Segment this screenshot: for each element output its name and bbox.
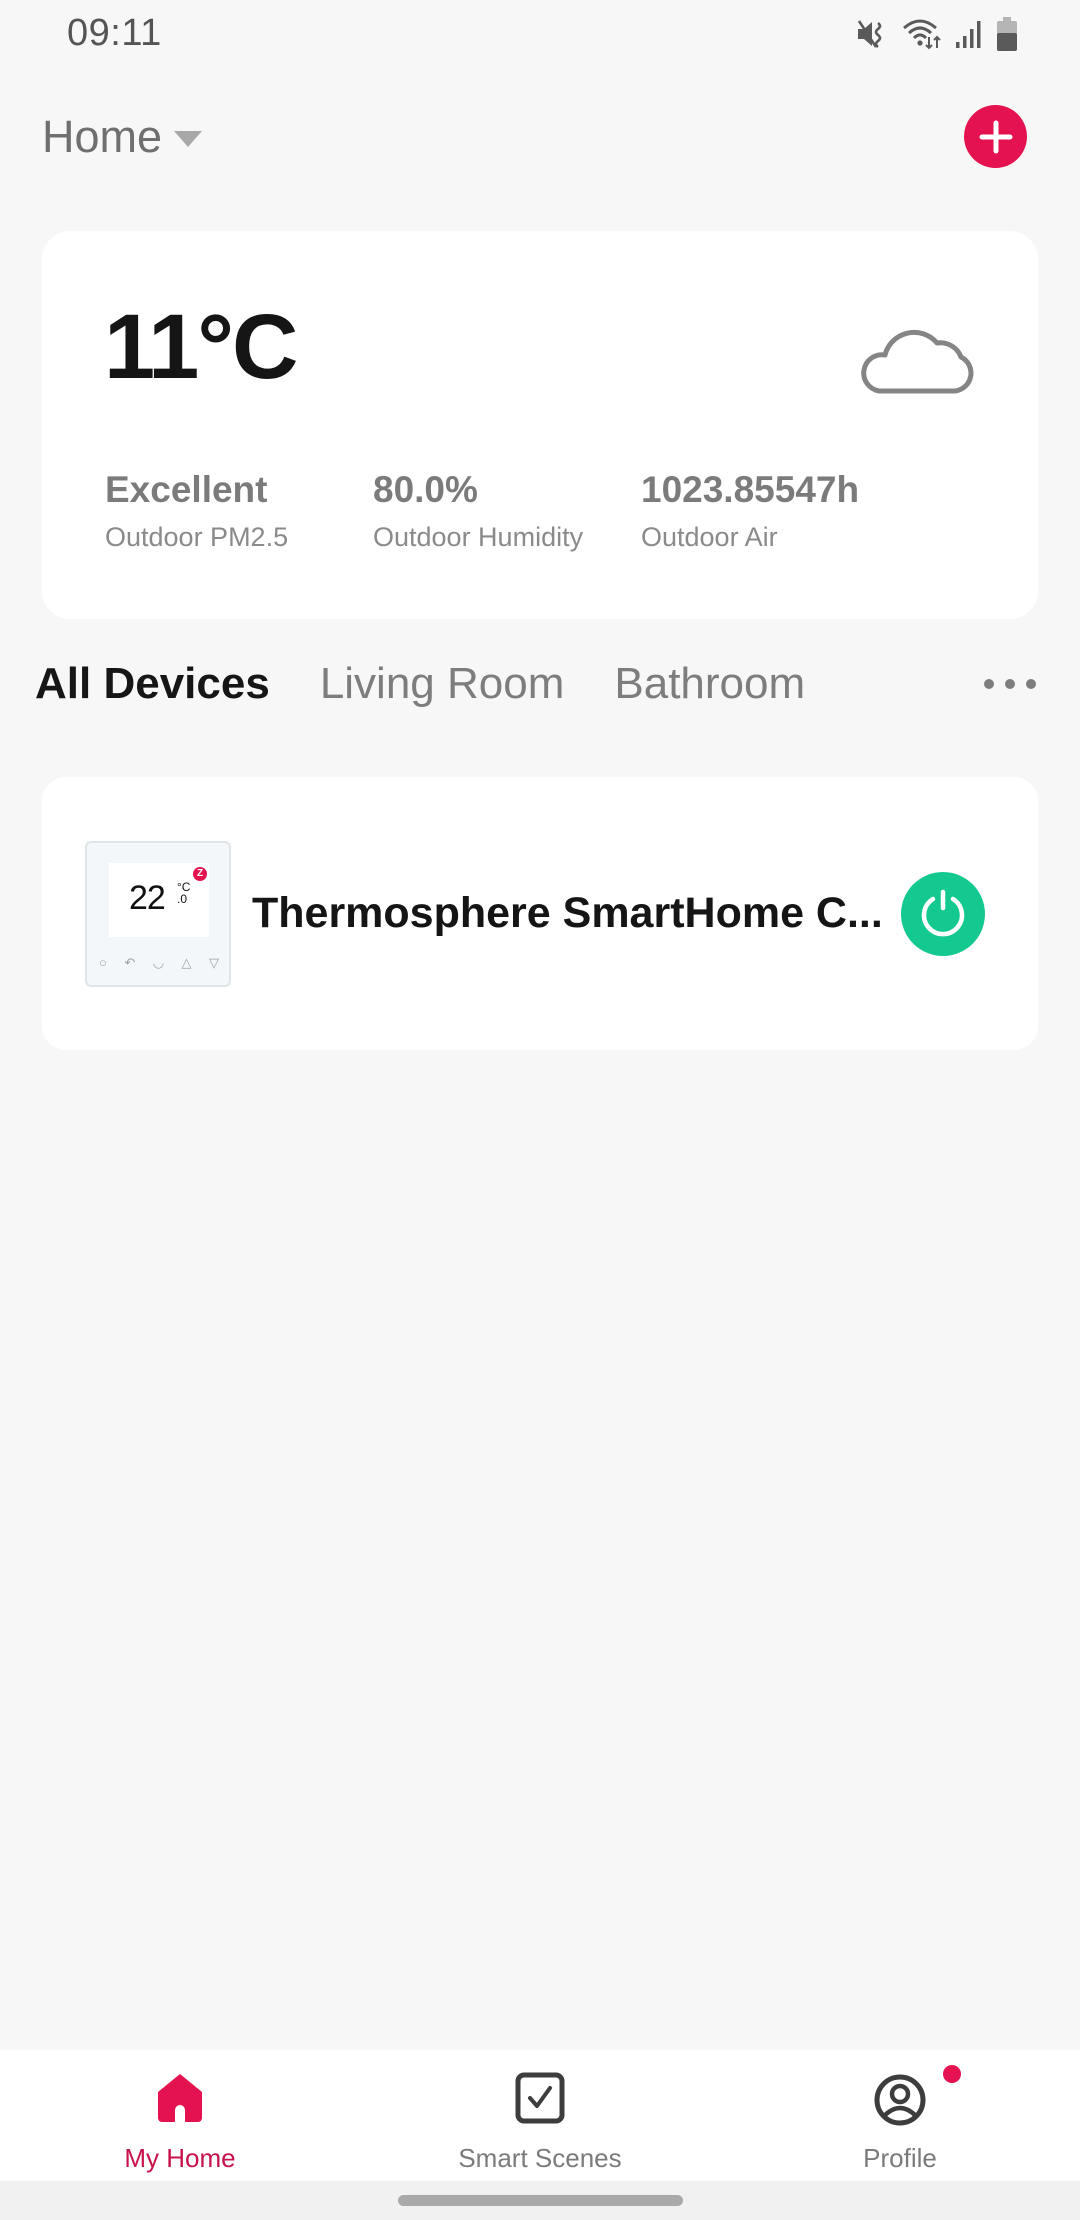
plus-icon bbox=[979, 120, 1012, 153]
nav-label: My Home bbox=[124, 2143, 236, 2173]
tab-all-devices[interactable]: All Devices bbox=[35, 659, 270, 709]
add-device-button[interactable] bbox=[964, 105, 1027, 168]
stat-label: Outdoor Humidity bbox=[373, 522, 584, 553]
device-power-toggle[interactable] bbox=[901, 872, 985, 956]
stat-humidity: 80.0% Outdoor Humidity bbox=[373, 468, 583, 553]
thumb-decimal: .0 bbox=[177, 892, 188, 906]
mute-vibrate-icon bbox=[856, 17, 890, 51]
room-tabs: All Devices Living Room Bathroom bbox=[35, 654, 1040, 714]
stat-value: 1023.85547h bbox=[641, 469, 860, 510]
nav-label: Smart Scenes bbox=[458, 2143, 622, 2173]
home-icon bbox=[155, 2072, 205, 2129]
power-small-icon: ◡ bbox=[152, 955, 165, 970]
outdoor-temperature: 11°C bbox=[104, 296, 298, 398]
zigbee-badge-icon: Z bbox=[193, 867, 207, 881]
more-horizontal-icon bbox=[984, 679, 994, 689]
status-time: 09:11 bbox=[67, 12, 162, 54]
profile-icon bbox=[873, 2072, 927, 2133]
weather-card[interactable]: 11°C Excellent Outdoor PM2.5 80.0% Outdo… bbox=[42, 231, 1038, 619]
tab-bathroom[interactable]: Bathroom bbox=[614, 659, 805, 709]
thermostat-buttons: ○ ↶ ◡ △ ▽ bbox=[99, 955, 219, 971]
stat-value: Excellent bbox=[105, 469, 268, 510]
back-icon: ↶ bbox=[124, 955, 136, 970]
nav-smart-scenes[interactable]: Smart Scenes bbox=[360, 2050, 720, 2181]
thumb-temp: 22 bbox=[129, 879, 166, 917]
down-icon: ▽ bbox=[208, 955, 219, 970]
home-indicator[interactable] bbox=[398, 2195, 683, 2206]
thermostat-display: 22 °C .0 Z bbox=[109, 863, 209, 937]
thumb-unit: °C .0 bbox=[177, 881, 190, 905]
up-icon: △ bbox=[181, 955, 192, 970]
bottom-nav: My Home Smart Scenes Profile bbox=[0, 2050, 1080, 2181]
notification-badge bbox=[943, 2065, 961, 2083]
status-icons bbox=[856, 14, 1018, 54]
stat-pm25: Excellent Outdoor PM2.5 bbox=[105, 468, 288, 553]
device-card[interactable]: 22 °C .0 Z ○ ↶ ◡ △ ▽ Thermosphere SmartH… bbox=[42, 777, 1038, 1050]
home-screen: 09:11 Home 11°C Excellent Outdoor PM2.5 … bbox=[0, 0, 1080, 2220]
power-icon bbox=[921, 889, 965, 937]
circle-icon: ○ bbox=[99, 955, 107, 970]
more-rooms-button[interactable] bbox=[980, 666, 1040, 702]
home-selector[interactable]: Home bbox=[42, 106, 203, 168]
stat-value: 80.0% bbox=[373, 469, 478, 510]
nav-profile[interactable]: Profile bbox=[720, 2050, 1080, 2181]
tab-living-room[interactable]: Living Room bbox=[320, 659, 565, 709]
nav-my-home[interactable]: My Home bbox=[0, 2050, 360, 2181]
nav-label: Profile bbox=[863, 2143, 937, 2173]
battery-icon bbox=[996, 16, 1018, 52]
stat-label: Outdoor Air bbox=[641, 522, 778, 553]
stat-label: Outdoor PM2.5 bbox=[105, 522, 289, 553]
caret-down-icon bbox=[174, 131, 203, 147]
stat-air: 1023.85547h Outdoor Air bbox=[641, 468, 859, 553]
checkbox-icon bbox=[515, 2072, 565, 2129]
device-name: Thermosphere SmartHome C... bbox=[252, 889, 883, 937]
home-title: Home bbox=[42, 111, 163, 162]
thermostat-thumbnail: 22 °C .0 Z ○ ↶ ◡ △ ▽ bbox=[85, 841, 231, 987]
wifi-data-icon bbox=[902, 17, 942, 51]
cell-signal-icon bbox=[954, 17, 984, 51]
cloud-icon bbox=[857, 321, 975, 402]
